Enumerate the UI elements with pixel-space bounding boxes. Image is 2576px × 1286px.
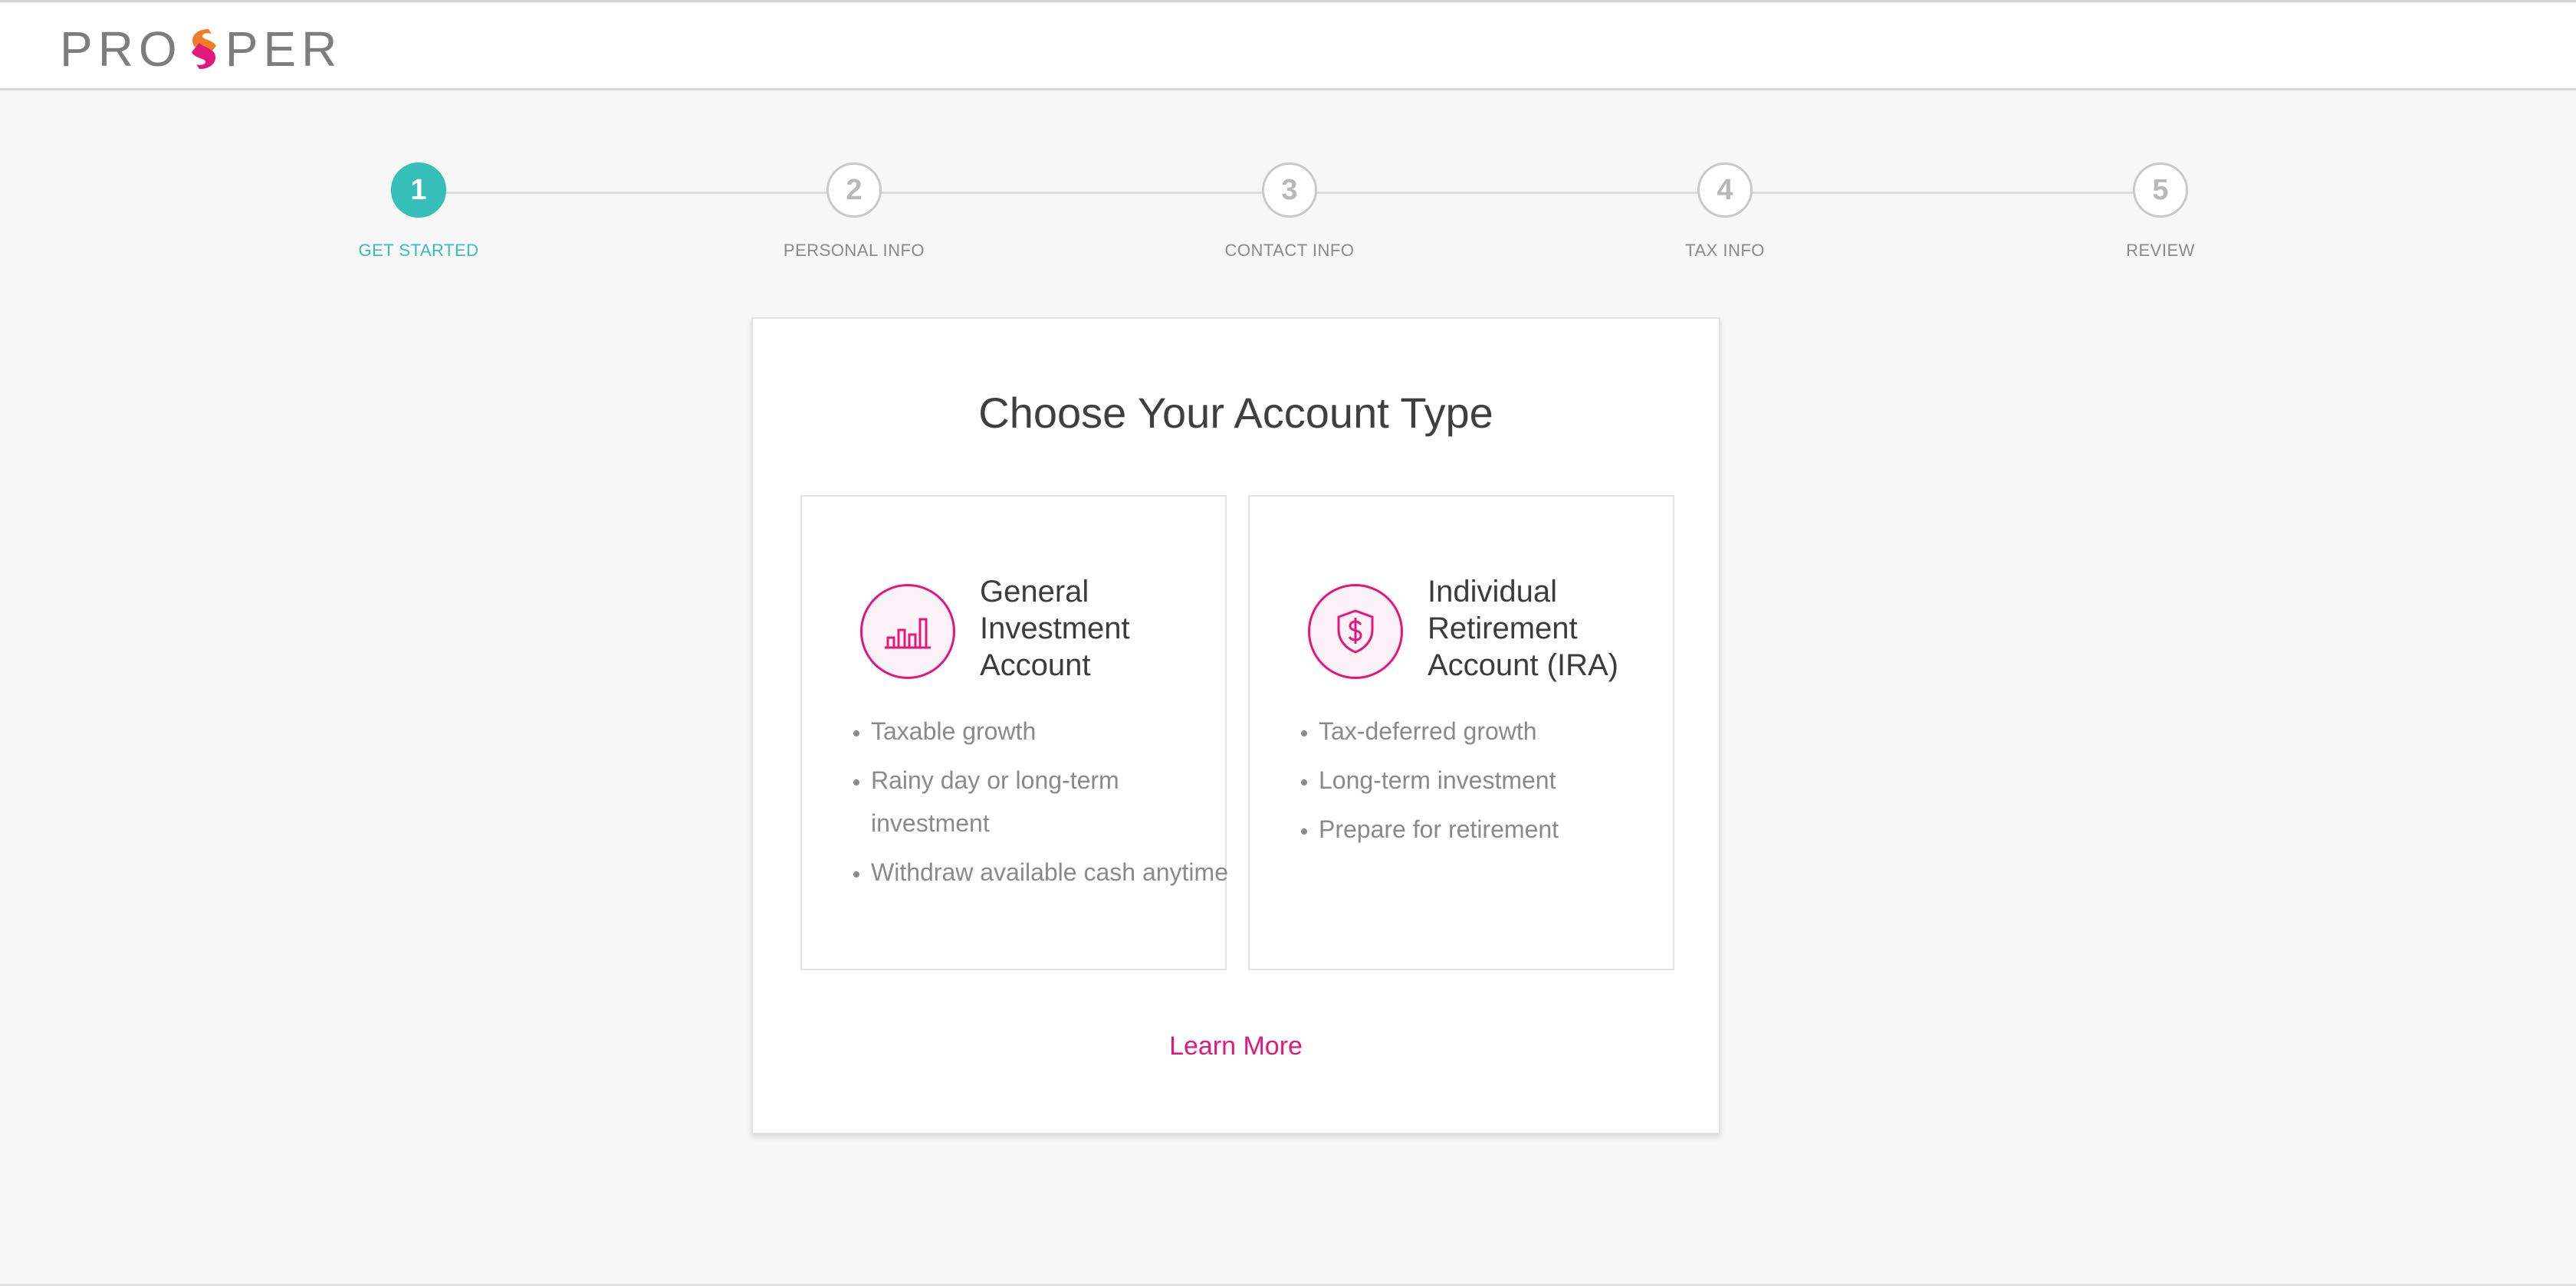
card-title-line: Account bbox=[980, 648, 1091, 682]
top-header: PRO PER bbox=[0, 0, 2576, 90]
general-investment-account-card[interactable]: General Investment Account Taxable growt… bbox=[800, 495, 1228, 970]
card-title-line: Individual bbox=[1428, 575, 1558, 609]
card-title-line: Investment bbox=[980, 612, 1130, 645]
card-title: Individual Retirement Account (IRA) bbox=[1428, 573, 1658, 684]
step-number-circle: 4 bbox=[1697, 162, 1753, 218]
bar-chart-icon bbox=[860, 584, 955, 679]
step-review: 5 REVIEW bbox=[2045, 162, 2275, 261]
step-label: REVIEW bbox=[2126, 241, 2195, 260]
card-title-line: General bbox=[980, 575, 1089, 609]
ira-account-card[interactable]: Individual Retirement Account (IRA) Tax-… bbox=[1248, 495, 1674, 970]
account-type-panel: Choose Your Account Type General Investm… bbox=[751, 317, 1720, 1134]
card-title-line: Account (IRA) bbox=[1428, 648, 1618, 682]
progress-stepper: 1 GET STARTED 2 PERSONAL INFO 3 CONTACT … bbox=[0, 162, 2576, 277]
list-item: Prepare for retirement bbox=[1319, 808, 1687, 851]
learn-more-link[interactable]: Learn More bbox=[753, 1032, 1719, 1061]
list-item: Tax-deferred growth bbox=[1319, 710, 1687, 753]
feature-list: Taxable growth Rainy day or long-term in… bbox=[834, 710, 1239, 900]
feature-list: Tax-deferred growth Long-term investment… bbox=[1282, 710, 1687, 857]
list-item: Long-term investment bbox=[1319, 759, 1687, 802]
step-number-circle: 2 bbox=[826, 162, 882, 218]
list-item: Rainy day or long-term investment bbox=[871, 759, 1239, 845]
step-label: CONTACT INFO bbox=[1224, 241, 1355, 260]
step-number-circle: 3 bbox=[1262, 162, 1317, 218]
prosper-logo[interactable]: PRO PER bbox=[60, 21, 343, 77]
dollar-shield-icon bbox=[1308, 584, 1403, 679]
step-tax-info: 4 TAX INFO bbox=[1610, 162, 1840, 261]
list-item: Withdraw available cash anytime bbox=[871, 851, 1239, 894]
step-label: TAX INFO bbox=[1685, 241, 1765, 260]
logo-text-right: PER bbox=[225, 21, 343, 77]
page-title: Choose Your Account Type bbox=[978, 389, 1493, 437]
step-label: PERSONAL INFO bbox=[783, 241, 925, 260]
step-number-circle: 1 bbox=[391, 162, 446, 218]
step-label: GET STARTED bbox=[358, 241, 479, 260]
step-number-circle: 5 bbox=[2133, 162, 2188, 218]
step-contact-info: 3 CONTACT INFO bbox=[1175, 162, 1405, 261]
card-title: General Investment Account bbox=[980, 573, 1210, 684]
card-title-line: Retirement bbox=[1428, 612, 1578, 645]
step-get-started: 1 GET STARTED bbox=[304, 162, 534, 261]
logo-text-left: PRO bbox=[60, 21, 182, 77]
list-item: Taxable growth bbox=[871, 710, 1239, 753]
prosper-s-mark-icon bbox=[186, 26, 222, 72]
step-personal-info: 2 PERSONAL INFO bbox=[739, 162, 969, 261]
